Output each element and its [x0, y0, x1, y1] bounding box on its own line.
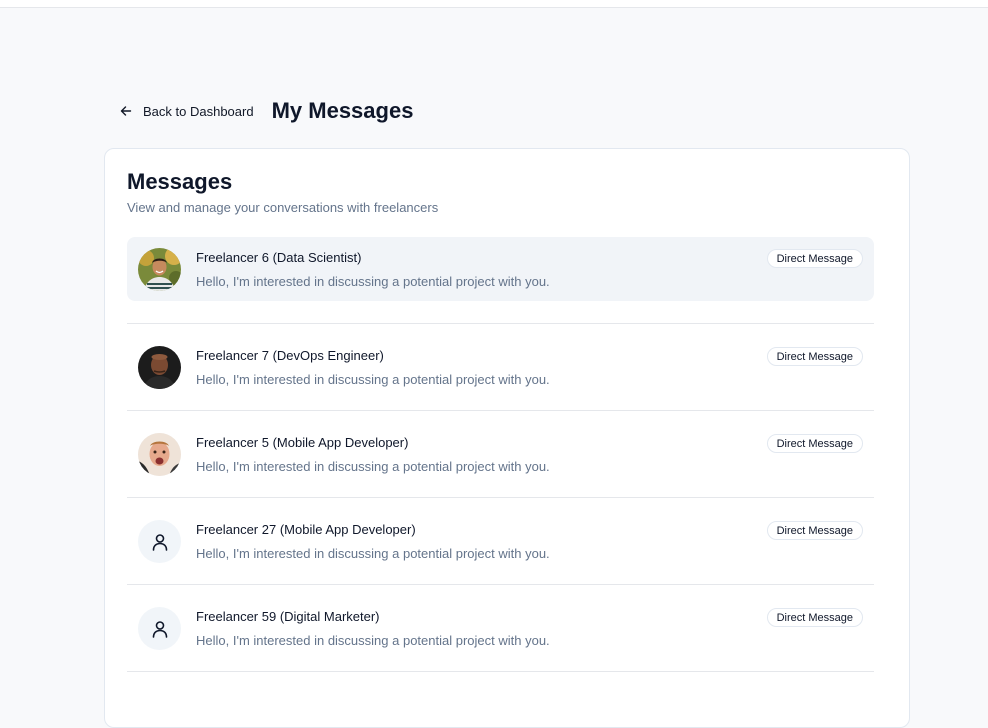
avatar-photo-icon — [138, 346, 181, 389]
conversation-item: Freelancer 5 (Mobile App Developer) Hell… — [127, 411, 874, 498]
conversation-preview: Hello, I'm interested in discussing a po… — [196, 372, 550, 387]
conversation-item: Freelancer 7 (DevOps Engineer) Hello, I'… — [127, 324, 874, 411]
avatar — [138, 346, 181, 389]
conversation-name: Freelancer 27 (Mobile App Developer) — [196, 522, 416, 537]
conversation-preview: Hello, I'm interested in discussing a po… — [196, 459, 550, 474]
conversation-row[interactable]: Freelancer 27 (Mobile App Developer) Hel… — [127, 509, 874, 573]
conversation-item: Freelancer 6 (Data Scientist) Hello, I'm… — [127, 237, 874, 324]
conversation-name: Freelancer 7 (DevOps Engineer) — [196, 348, 384, 363]
conversation-preview: Hello, I'm interested in discussing a po… — [196, 546, 550, 561]
page-header: Back to Dashboard My Messages — [114, 96, 413, 126]
card-description: View and manage your conversations with … — [127, 200, 439, 215]
avatar — [138, 607, 181, 650]
conversation-row[interactable]: Freelancer 59 (Digital Marketer) Hello, … — [127, 596, 874, 660]
avatar-photo-icon — [138, 433, 181, 476]
conversation-row[interactable]: Freelancer 6 (Data Scientist) Hello, I'm… — [127, 237, 874, 301]
top-bar — [0, 0, 988, 8]
back-to-dashboard-link[interactable]: Back to Dashboard — [114, 99, 258, 123]
user-icon — [152, 620, 167, 638]
arrow-left-icon — [120, 106, 132, 116]
conversation-list: Freelancer 6 (Data Scientist) Hello, I'm… — [127, 237, 874, 672]
back-link-label: Back to Dashboard — [143, 103, 254, 119]
avatar — [138, 520, 181, 563]
avatar-photo-icon — [138, 248, 181, 291]
conversation-name: Freelancer 5 (Mobile App Developer) — [196, 435, 409, 450]
direct-message-badge: Direct Message — [766, 608, 863, 627]
direct-message-badge: Direct Message — [766, 434, 863, 453]
conversation-preview: Hello, I'm interested in discussing a po… — [196, 274, 550, 289]
conversation-name: Freelancer 6 (Data Scientist) — [196, 250, 362, 265]
avatar — [138, 248, 181, 291]
direct-message-badge: Direct Message — [766, 521, 863, 540]
conversation-row[interactable]: Freelancer 5 (Mobile App Developer) Hell… — [127, 422, 874, 486]
direct-message-badge: Direct Message — [766, 347, 863, 366]
conversation-name: Freelancer 59 (Digital Marketer) — [196, 609, 380, 624]
avatar — [138, 433, 181, 476]
conversation-preview: Hello, I'm interested in discussing a po… — [196, 633, 550, 648]
conversation-item: Freelancer 59 (Digital Marketer) Hello, … — [127, 585, 874, 672]
user-icon — [152, 533, 167, 551]
direct-message-badge: Direct Message — [766, 249, 863, 268]
page-title: My Messages — [271, 98, 414, 123]
conversation-row[interactable]: Freelancer 7 (DevOps Engineer) Hello, I'… — [127, 335, 874, 399]
conversation-item: Freelancer 27 (Mobile App Developer) Hel… — [127, 498, 874, 585]
card-title: Messages — [127, 169, 233, 194]
messages-card: Messages View and manage your conversati… — [104, 148, 910, 728]
